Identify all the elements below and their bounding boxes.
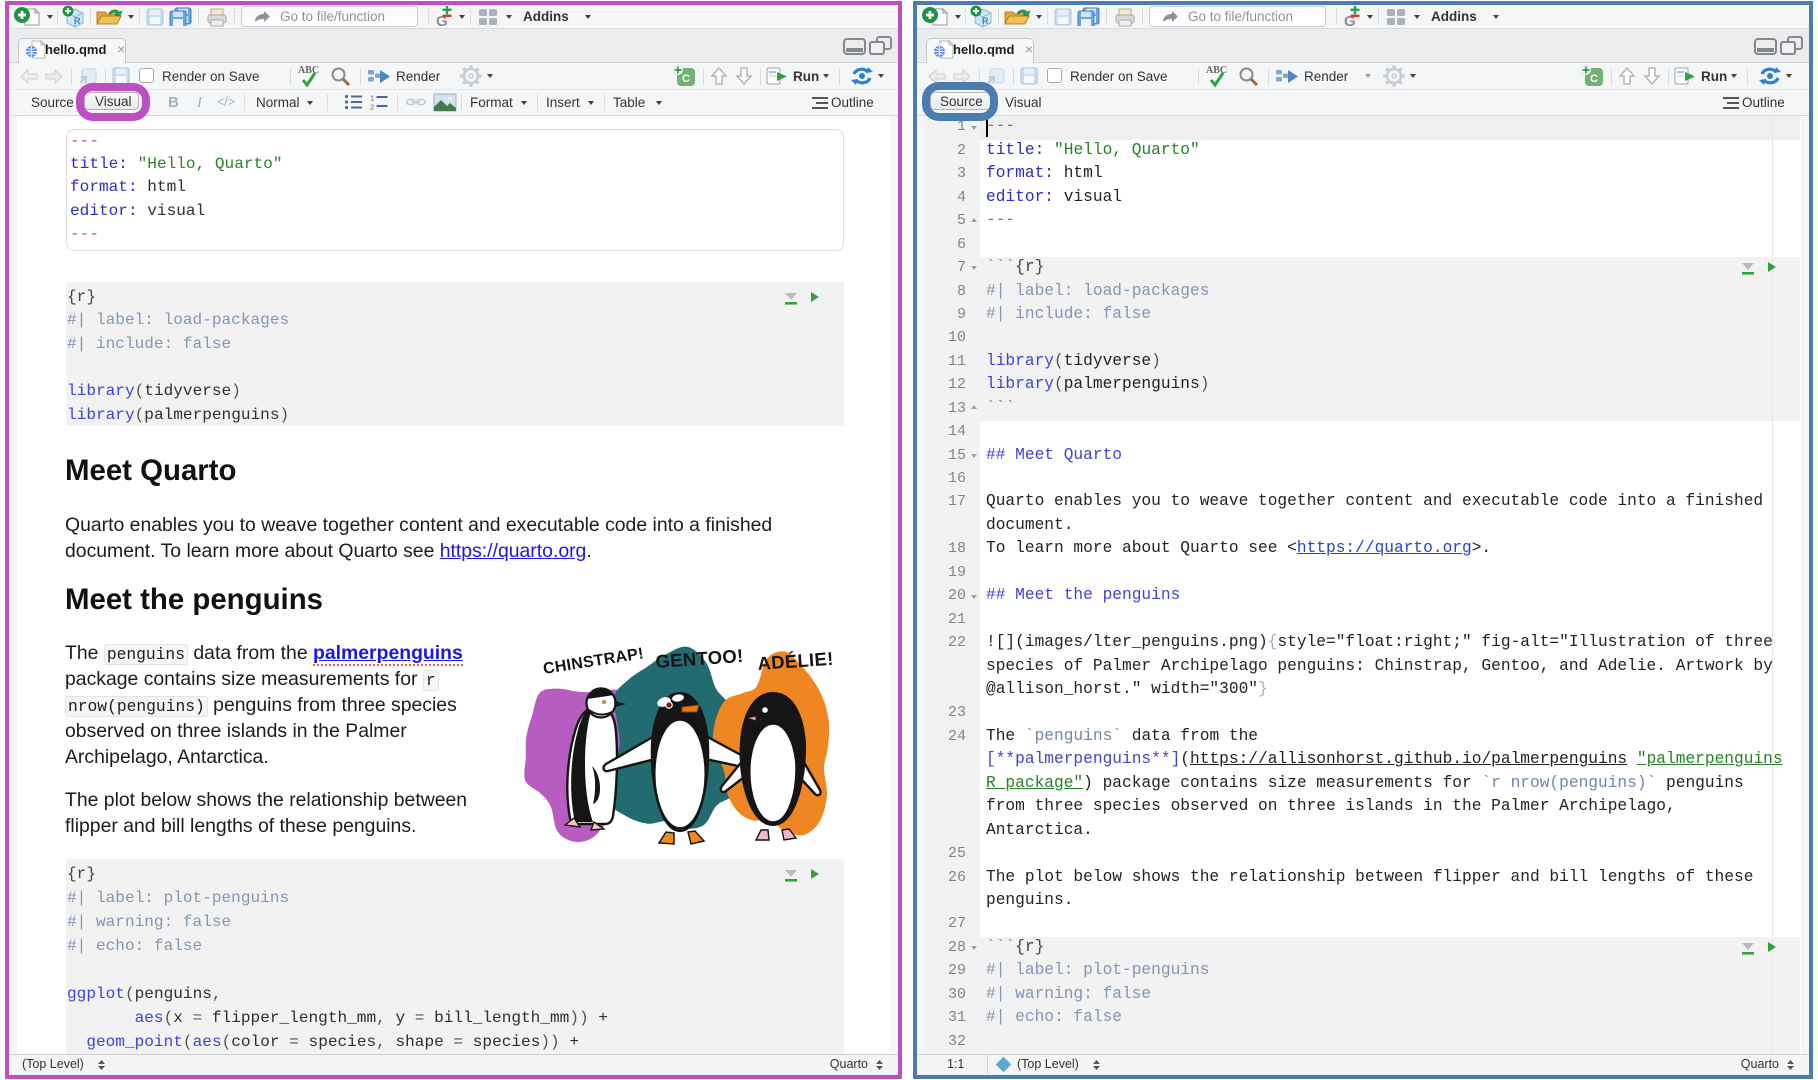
svg-text:2: 2 [370,103,374,111]
svg-text:ABC: ABC [298,65,319,76]
svg-text:C: C [1590,73,1598,85]
svg-text:R: R [982,16,989,26]
svg-text:C: C [682,73,690,85]
svg-text:ABC: ABC [1206,65,1227,76]
svg-text:GENTOO!: GENTOO! [655,646,744,672]
svg-text:CHINSTRAP!: CHINSTRAP! [542,646,645,678]
svg-text:R: R [74,16,81,26]
svg-text:1: 1 [370,94,374,103]
svg-text:ADÉLIE!: ADÉLIE! [757,648,834,674]
